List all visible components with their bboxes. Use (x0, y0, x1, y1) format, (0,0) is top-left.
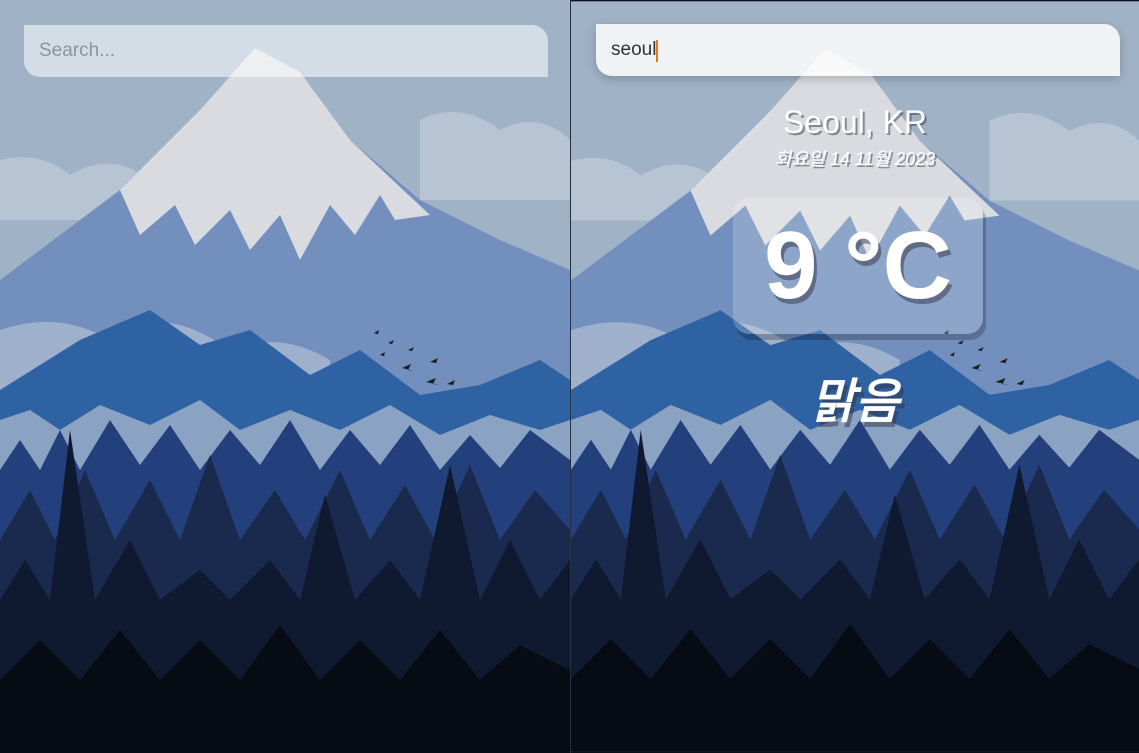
search-input-filled[interactable] (596, 24, 1120, 76)
search-input[interactable] (24, 25, 548, 77)
temperature-box: 9 °C (733, 198, 983, 334)
location-title: Seoul, KR (782, 104, 928, 140)
search-panel-empty (0, 0, 570, 753)
search-panel-result: Seoul, KR 화요일 14 11월 2023 9 °C 맑음 (571, 0, 1139, 753)
temperature-value: 9 °C (764, 212, 952, 319)
date-label: 화요일 14 11월 2023 (775, 149, 935, 169)
text-caret (656, 40, 658, 62)
weather-condition: 맑음 (810, 376, 900, 429)
landscape-background (0, 0, 570, 753)
